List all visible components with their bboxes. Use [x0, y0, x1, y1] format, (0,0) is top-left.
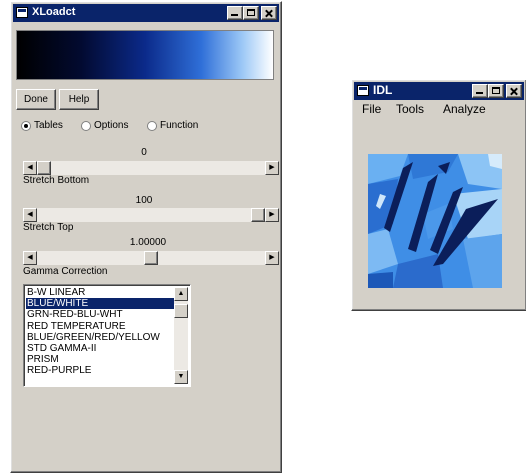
- maximize-icon[interactable]: [488, 84, 504, 98]
- slider-left-arrow-icon[interactable]: ◀: [23, 161, 37, 175]
- list-scroll-thumb[interactable]: [174, 304, 188, 318]
- image-display[interactable]: [368, 154, 502, 288]
- radio-options[interactable]: Options: [81, 119, 136, 133]
- color-table-item[interactable]: RED TEMPERATURE: [26, 321, 175, 332]
- color-table-preview: [16, 30, 274, 80]
- xloadct-titlebar[interactable]: XLoadct: [13, 4, 279, 22]
- gamma-thumb[interactable]: [144, 251, 158, 265]
- slider-left-arrow-icon[interactable]: ◀: [23, 208, 37, 222]
- idl-menubar: File Tools Analyze: [354, 102, 524, 118]
- idl-window: IDL File Tools Analyze: [351, 79, 526, 311]
- color-table-item[interactable]: STD GAMMA-II: [26, 343, 175, 354]
- slider-left-arrow-icon[interactable]: ◀: [23, 251, 37, 265]
- radio-tables-label: Tables: [34, 120, 63, 131]
- stretch-top-label: Stretch Top: [23, 222, 74, 233]
- close-icon[interactable]: [261, 6, 277, 20]
- gamma-label: Gamma Correction: [23, 266, 108, 277]
- xloadct-title: XLoadct: [32, 6, 76, 18]
- color-table-item[interactable]: PRISM: [26, 354, 175, 365]
- color-table-item[interactable]: B-W LINEAR: [26, 287, 175, 298]
- done-button[interactable]: Done: [16, 89, 56, 110]
- minimize-icon[interactable]: [472, 84, 488, 98]
- window-icon: [357, 85, 369, 96]
- radio-function-label: Function: [160, 120, 199, 131]
- list-scrollbar[interactable]: ▲ ▼: [174, 287, 188, 384]
- stretch-bottom-thumb[interactable]: [37, 161, 51, 175]
- grain-image: [368, 154, 502, 288]
- radio-function-dot[interactable]: [147, 121, 157, 131]
- color-table-items: B-W LINEAR BLUE/WHITE GRN-RED-BLU-WHT RED T…: [26, 287, 175, 377]
- maximize-icon[interactable]: [243, 6, 259, 20]
- close-icon[interactable]: [506, 84, 522, 98]
- radio-function[interactable]: Function: [147, 119, 207, 133]
- stretch-top-value: 100: [135, 195, 153, 206]
- slider-right-arrow-icon[interactable]: ▶: [265, 208, 279, 222]
- help-button[interactable]: Help: [59, 89, 99, 110]
- gamma-slider[interactable]: ◀ ▶: [23, 251, 279, 265]
- slider-right-arrow-icon[interactable]: ▶: [265, 161, 279, 175]
- color-table-item[interactable]: RED-PURPLE: [26, 365, 175, 376]
- color-table-item[interactable]: BLUE/GREEN/RED/YELLOW: [26, 332, 175, 343]
- color-table-list[interactable]: B-W LINEAR BLUE/WHITE GRN-RED-BLU-WHT RED T…: [23, 284, 191, 387]
- menu-analyze[interactable]: Analyze: [443, 102, 486, 116]
- slider-right-arrow-icon[interactable]: ▶: [265, 251, 279, 265]
- stretch-bottom-slider[interactable]: ◀ ▶: [23, 161, 279, 175]
- minimize-icon[interactable]: [227, 6, 243, 20]
- menu-file[interactable]: File: [362, 102, 381, 116]
- xloadct-window: XLoadct Done Help Tables Options Functio…: [10, 1, 282, 473]
- radio-tables-dot[interactable]: [21, 121, 31, 131]
- idl-title: IDL: [373, 83, 393, 97]
- stretch-top-thumb[interactable]: [251, 208, 265, 222]
- scroll-up-arrow-icon[interactable]: ▲: [174, 287, 188, 301]
- stretch-top-slider[interactable]: ◀ ▶: [23, 208, 279, 222]
- stretch-bottom-value: 0: [141, 147, 147, 158]
- scroll-down-arrow-icon[interactable]: ▼: [174, 370, 188, 384]
- radio-tables[interactable]: Tables: [21, 119, 71, 133]
- color-table-item[interactable]: BLUE/WHITE: [26, 298, 175, 310]
- color-table-item[interactable]: GRN-RED-BLU-WHT: [26, 309, 175, 320]
- radio-options-label: Options: [94, 120, 129, 131]
- menu-tools[interactable]: Tools: [396, 102, 424, 116]
- stretch-bottom-label: Stretch Bottom: [23, 175, 90, 186]
- idl-titlebar[interactable]: IDL: [354, 82, 524, 100]
- radio-options-dot[interactable]: [81, 121, 91, 131]
- window-icon: [16, 7, 28, 18]
- gamma-value: 1.00000: [129, 237, 167, 248]
